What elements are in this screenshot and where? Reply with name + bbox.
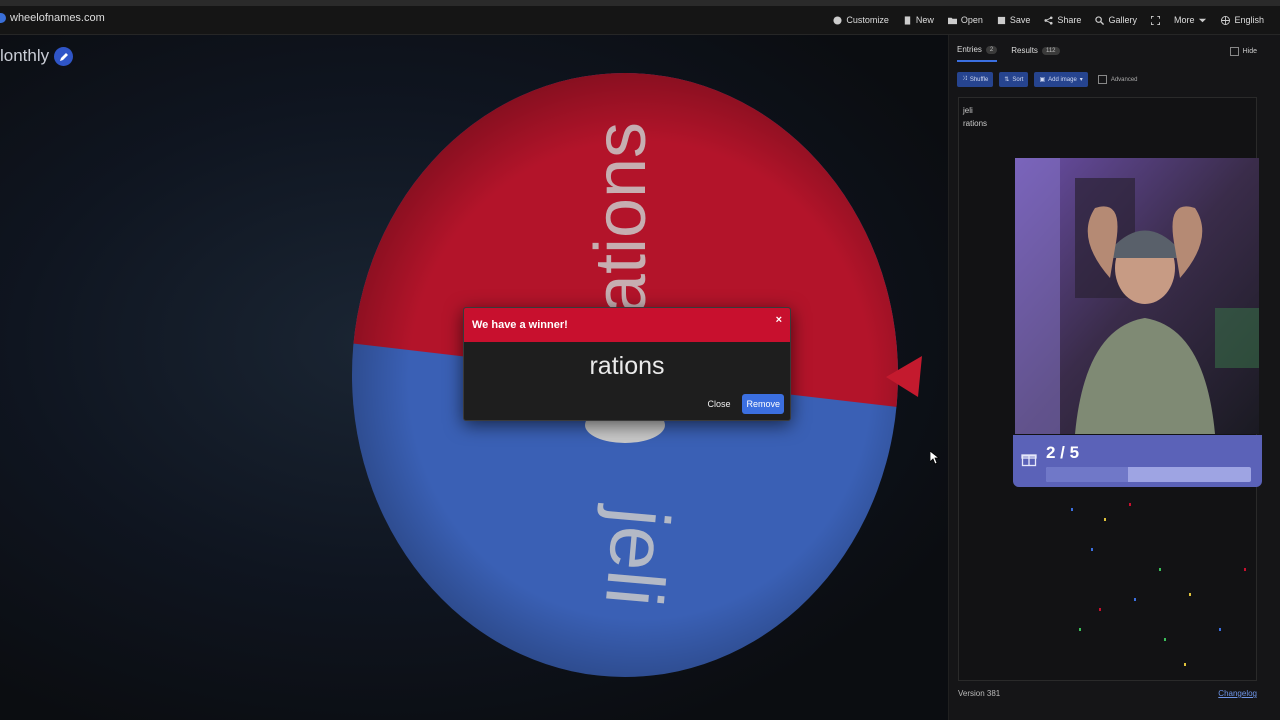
palette-icon bbox=[833, 15, 842, 25]
fullscreen-icon bbox=[1150, 15, 1160, 25]
tab-entries-label: Entries bbox=[957, 45, 982, 54]
mouse-cursor-icon bbox=[930, 451, 940, 465]
nav-open-label: Open bbox=[960, 15, 983, 25]
advanced-label: Advanced bbox=[1110, 76, 1138, 83]
sort-button[interactable]: ⇅ Sort bbox=[999, 72, 1029, 87]
confetti-piece bbox=[1219, 628, 1221, 631]
image-icon: ▣ bbox=[1039, 77, 1046, 83]
chevron-down-icon bbox=[1199, 18, 1207, 22]
confetti-piece bbox=[1071, 508, 1073, 511]
streamer-image bbox=[1015, 158, 1259, 434]
sort-label: Sort bbox=[1012, 76, 1024, 83]
entries-list: jeli rations bbox=[959, 104, 1256, 130]
remove-button[interactable]: Remove bbox=[742, 394, 784, 414]
nav-customize-label: Customize bbox=[846, 15, 889, 25]
logo-icon bbox=[0, 13, 6, 23]
nav-gallery-label: Gallery bbox=[1108, 15, 1137, 25]
goal-progress-fill bbox=[1046, 467, 1128, 482]
shuffle-label: Shuffle bbox=[969, 76, 989, 83]
folder-icon bbox=[947, 17, 957, 24]
nav-save-label: Save bbox=[1009, 15, 1031, 25]
close-icon[interactable]: × bbox=[776, 314, 782, 326]
wheel-title[interactable]: lonthly bbox=[0, 46, 49, 66]
share-icon bbox=[1044, 15, 1053, 25]
save-icon bbox=[997, 16, 1005, 24]
shuffle-icon: ⤨ bbox=[962, 76, 967, 82]
changelog-link[interactable]: Changelog bbox=[1218, 689, 1257, 698]
close-button[interactable]: Close bbox=[703, 395, 734, 413]
confetti-piece bbox=[1189, 593, 1191, 596]
site-name: wheelofnames.com bbox=[10, 12, 105, 24]
winner-dialog: We have a winner! × rations Close Remove bbox=[463, 307, 791, 421]
nav-customize[interactable]: Customize bbox=[833, 15, 889, 25]
nav-more[interactable]: More bbox=[1174, 15, 1208, 25]
hide-toggle[interactable]: Hide bbox=[1229, 47, 1257, 56]
tab-entries-badge: 2 bbox=[985, 45, 998, 54]
add-image-button[interactable]: ▣ Add image ▾ bbox=[1034, 72, 1088, 87]
shuffle-button[interactable]: ⤨ Shuffle bbox=[957, 72, 994, 87]
nav-language-label: English bbox=[1234, 15, 1264, 25]
add-image-label: Add image bbox=[1048, 76, 1077, 83]
wheel-label-jeli: jeli bbox=[589, 503, 686, 610]
nav-new-label: New bbox=[915, 15, 934, 25]
site-brand[interactable]: wheelofnames.com bbox=[0, 12, 105, 24]
sort-icon: ⇅ bbox=[1004, 77, 1010, 83]
dialog-actions: Close Remove bbox=[703, 394, 784, 414]
winner-name: rations bbox=[589, 352, 665, 380]
entries-toolbar: ⤨ Shuffle ⇅ Sort ▣ Add image ▾ Advanced bbox=[957, 72, 1138, 87]
pencil-icon bbox=[59, 52, 68, 61]
version-text: Version 381 bbox=[958, 689, 1001, 698]
nav-new[interactable]: New bbox=[903, 15, 934, 25]
nav-gallery[interactable]: Gallery bbox=[1095, 15, 1137, 25]
webcam-overlay bbox=[1015, 158, 1259, 434]
gift-icon bbox=[1021, 454, 1037, 467]
subscriber-goal: 2 / 5 bbox=[1013, 435, 1262, 487]
tab-results-badge: 112 bbox=[1041, 46, 1060, 55]
nav-fullscreen[interactable] bbox=[1150, 15, 1160, 25]
winner-dialog-title: We have a winner! bbox=[472, 319, 568, 331]
confetti-piece bbox=[1184, 663, 1186, 666]
globe-icon bbox=[1221, 15, 1231, 25]
goal-progress-bar bbox=[1046, 467, 1251, 482]
nav-open[interactable]: Open bbox=[947, 15, 983, 25]
entry-item: jeli bbox=[963, 106, 973, 115]
confetti-piece bbox=[1079, 628, 1081, 631]
confetti-piece bbox=[1164, 638, 1166, 641]
nav-share[interactable]: Share bbox=[1044, 15, 1081, 25]
nav-menu: Customize New Open Save Share Gallery Mo… bbox=[833, 6, 1264, 34]
confetti-piece bbox=[1091, 548, 1093, 551]
confetti-piece bbox=[1244, 568, 1246, 571]
advanced-toggle[interactable]: Advanced bbox=[1097, 75, 1138, 84]
tab-results-label: Results bbox=[1011, 46, 1038, 55]
panel-tabs: Entries 2 Results 112 bbox=[957, 45, 1060, 62]
confetti-piece bbox=[1099, 608, 1101, 611]
tab-results[interactable]: Results 112 bbox=[1011, 45, 1060, 62]
hide-label: Hide bbox=[1242, 48, 1257, 55]
tab-entries[interactable]: Entries 2 bbox=[957, 45, 998, 62]
confetti-piece bbox=[1159, 568, 1161, 571]
nav-save[interactable]: Save bbox=[997, 15, 1031, 25]
chevron-down-icon: ▾ bbox=[1079, 77, 1083, 83]
nav-share-label: Share bbox=[1057, 15, 1082, 25]
edit-title-button[interactable] bbox=[54, 47, 73, 66]
wheel-label-rations: rations bbox=[581, 122, 661, 338]
nav-more-label: More bbox=[1173, 15, 1195, 25]
confetti-piece bbox=[1134, 598, 1136, 601]
confetti-piece bbox=[1129, 503, 1131, 506]
winner-dialog-header: We have a winner! × bbox=[464, 308, 790, 342]
navbar: wheelofnames.com Customize New Open Save… bbox=[0, 6, 1280, 35]
goal-count: 2 / 5 bbox=[1046, 443, 1080, 462]
entry-item: rations bbox=[963, 119, 988, 128]
hide-checkbox[interactable] bbox=[1229, 47, 1239, 56]
confetti-piece bbox=[1104, 518, 1106, 521]
advanced-checkbox[interactable] bbox=[1097, 75, 1107, 84]
search-icon bbox=[1095, 15, 1105, 25]
nav-language[interactable]: English bbox=[1221, 15, 1264, 25]
file-icon bbox=[904, 15, 911, 25]
